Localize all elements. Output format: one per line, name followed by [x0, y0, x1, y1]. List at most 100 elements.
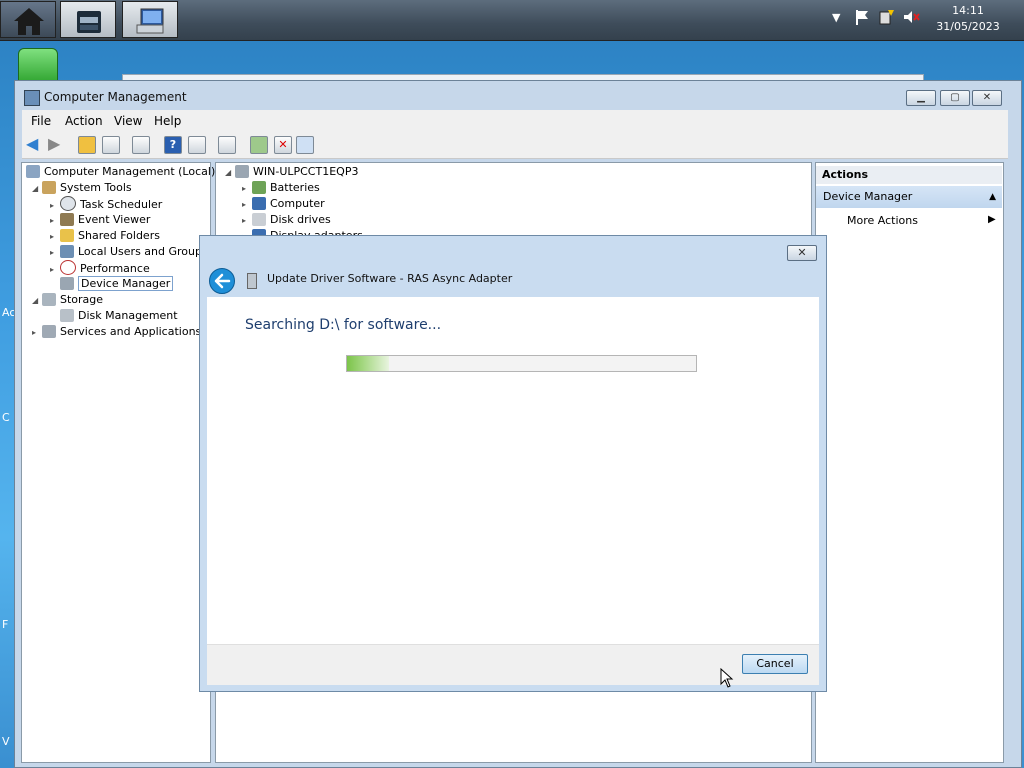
up-folder-icon[interactable]: [78, 136, 96, 154]
close-button[interactable]: ✕: [972, 90, 1002, 106]
tree-label: Event Viewer: [78, 213, 151, 226]
services-icon: [42, 325, 56, 338]
tree-system-tools[interactable]: ◢ System Tools: [32, 180, 132, 196]
desktop-icon-label-fragment: F: [2, 618, 9, 631]
device-category[interactable]: ▸ Batteries: [242, 180, 320, 196]
expand-arrow-icon[interactable]: ▸: [32, 325, 42, 341]
volume-muted-icon[interactable]: [902, 8, 920, 28]
device-category-label: Computer: [270, 197, 325, 210]
clock-time: 14:11: [952, 4, 984, 17]
tree-label: Performance: [80, 262, 150, 275]
forward-arrow-icon[interactable]: ▶: [48, 136, 66, 154]
help-icon[interactable]: ?: [164, 136, 182, 154]
computer-icon: [26, 165, 40, 178]
tree-storage[interactable]: ◢ Storage: [32, 292, 103, 308]
network-icon[interactable]: [878, 8, 896, 28]
progress-fill: [347, 356, 389, 371]
tools-icon: [42, 181, 56, 194]
battery-icon: [252, 181, 266, 194]
uninstall-icon[interactable]: ✕: [274, 136, 292, 154]
submenu-arrow-icon[interactable]: ▶: [988, 214, 996, 225]
device-category[interactable]: ▸ Disk drives: [242, 212, 331, 228]
expand-arrow-icon[interactable]: ▸: [242, 197, 252, 213]
tree-label-selected: Device Manager: [78, 276, 174, 291]
performance-icon: [60, 260, 76, 275]
actions-section-label: Device Manager: [823, 190, 913, 203]
properties-icon[interactable]: [132, 136, 150, 154]
expand-arrow-icon[interactable]: ▸: [50, 213, 60, 229]
home-icon[interactable]: [0, 1, 56, 38]
maximize-button[interactable]: ▢: [940, 90, 970, 106]
adapter-icon: [247, 273, 257, 289]
tree-local-users[interactable]: ▸ Local Users and Groups: [50, 244, 208, 260]
more-actions-label: More Actions: [847, 214, 918, 227]
menu-action[interactable]: Action: [65, 114, 103, 128]
folder-icon: [60, 229, 74, 242]
computer-icon: [235, 165, 249, 178]
collapse-arrow-icon[interactable]: ◢: [225, 165, 235, 181]
tree-disk-management[interactable]: Disk Management: [60, 308, 178, 324]
tree-root[interactable]: Computer Management (Local): [26, 164, 215, 180]
clock-date: 31/05/2023: [936, 20, 1000, 33]
minimize-button[interactable]: ▁: [906, 90, 936, 106]
menu-help[interactable]: Help: [154, 114, 181, 128]
taskbar: ▼ 14:11 31/05/2023: [0, 0, 1024, 41]
action-pane-icon[interactable]: [188, 136, 206, 154]
back-arrow-icon[interactable]: [209, 268, 235, 294]
menu-view[interactable]: View: [114, 114, 142, 128]
app-icon: [24, 90, 40, 106]
dialog-body: [207, 297, 819, 644]
tree-device-manager[interactable]: Device Manager: [60, 276, 174, 292]
show-hide-tree-icon[interactable]: [102, 136, 120, 154]
menu-file[interactable]: File: [31, 114, 51, 128]
expand-arrow-icon[interactable]: ▸: [50, 229, 60, 245]
collapse-up-icon[interactable]: ▲: [989, 186, 996, 208]
users-icon: [60, 245, 74, 258]
back-arrow-icon[interactable]: ◀: [26, 136, 44, 154]
dialog-title: Update Driver Software - RAS Async Adapt…: [267, 272, 513, 285]
search-status-text: Searching D:\ for software...: [245, 317, 442, 333]
storage-icon: [42, 293, 56, 306]
computer-management-icon[interactable]: [122, 1, 178, 38]
expand-arrow-icon[interactable]: ▸: [50, 262, 60, 278]
tree-performance[interactable]: ▸ Performance: [50, 260, 150, 276]
collapse-arrow-icon[interactable]: ◢: [32, 181, 42, 197]
tree-label: Task Scheduler: [80, 198, 163, 211]
file-manager-icon[interactable]: [60, 1, 116, 38]
update-driver-icon[interactable]: [250, 136, 268, 154]
window-title: Computer Management: [44, 90, 187, 104]
device-category[interactable]: ▸ Computer: [242, 196, 325, 212]
desktop-icon-label-fragment: C: [2, 411, 10, 424]
actions-pane: [815, 162, 1004, 763]
event-log-icon: [60, 213, 74, 226]
desktop-icon-label-fragment: V: [2, 735, 10, 748]
actions-section-device-manager[interactable]: Device Manager ▲: [816, 186, 1002, 208]
clock[interactable]: 14:11 31/05/2023: [930, 3, 1006, 35]
enable-device-icon[interactable]: [296, 136, 314, 154]
clock-icon: [60, 196, 76, 211]
more-actions-item[interactable]: More Actions: [847, 214, 918, 227]
dialog-close-button[interactable]: ✕: [787, 245, 817, 261]
cancel-button[interactable]: Cancel: [742, 654, 808, 674]
menu-bar: File Action View Help: [22, 110, 1008, 132]
tree-task-scheduler[interactable]: ▸ Task Scheduler: [50, 196, 162, 212]
device-host[interactable]: ◢ WIN-ULPCCT1EQP3: [225, 164, 358, 180]
tree-label: System Tools: [60, 181, 132, 194]
tree-services[interactable]: ▸ Services and Applications: [32, 324, 201, 340]
computer-icon: [252, 197, 266, 210]
tree-shared-folders[interactable]: ▸ Shared Folders: [50, 228, 160, 244]
flag-icon[interactable]: [854, 8, 872, 28]
chevron-down-icon[interactable]: ▼: [832, 8, 850, 28]
tree-event-viewer[interactable]: ▸ Event Viewer: [50, 212, 150, 228]
expand-arrow-icon[interactable]: ▸: [242, 213, 252, 229]
tree-label: Local Users and Groups: [78, 245, 208, 258]
expand-arrow-icon[interactable]: ▸: [50, 245, 60, 261]
tree-label: Services and Applications: [60, 325, 202, 338]
tree-root-label: Computer Management (Local): [44, 165, 216, 178]
expand-arrow-icon[interactable]: ▸: [242, 181, 252, 197]
actions-header: Actions: [816, 166, 1002, 184]
scan-hardware-icon[interactable]: [218, 136, 236, 154]
collapse-arrow-icon[interactable]: ◢: [32, 293, 42, 309]
tree-label: Disk Management: [78, 309, 178, 322]
disk-drive-icon: [252, 213, 266, 226]
